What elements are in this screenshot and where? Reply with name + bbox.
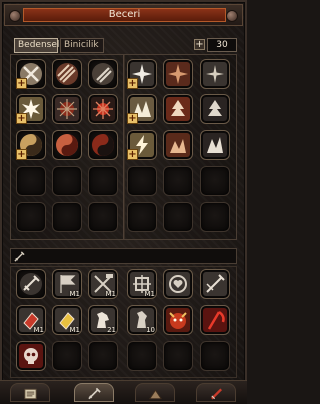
passive-skill-slot[interactable]: M1	[52, 269, 82, 299]
blade-tree-icon	[203, 97, 227, 121]
passive-skill-slot[interactable]: M1	[52, 305, 82, 335]
active-skill-slot[interactable]	[88, 130, 118, 160]
tab-bedensel[interactable]: Bedensel	[14, 38, 59, 53]
bottom-tab-bar	[0, 380, 247, 404]
bottom-tab-sword[interactable]	[74, 383, 114, 402]
red-scythe-icon	[203, 308, 227, 332]
passive-skill-slot[interactable]: M1	[88, 269, 118, 299]
slashing-strike-icon	[56, 63, 78, 85]
passive-skill-slot[interactable]: M1	[127, 269, 157, 299]
add-point-button[interactable]: +	[194, 39, 205, 50]
passive-skill-slot[interactable]	[200, 305, 230, 335]
passive-skill-slot[interactable]: 21	[88, 305, 118, 335]
active-skill-slot[interactable]	[52, 59, 82, 89]
active-empty-slot[interactable]	[163, 202, 193, 232]
active-skill-slot[interactable]	[200, 59, 230, 89]
spiral-star-icon	[166, 62, 190, 86]
passive-empty-slot[interactable]	[163, 341, 193, 371]
window-title: Beceri	[23, 8, 226, 22]
skill-level-badge: 10	[146, 326, 155, 334]
skill-level-badge: M1	[105, 290, 117, 298]
spinning-slash-icon	[92, 63, 114, 85]
active-skill-slot[interactable]: +	[16, 94, 46, 124]
skill-book-icon	[24, 388, 37, 400]
active-skill-slot[interactable]: +	[127, 94, 157, 124]
active-empty-slot[interactable]	[200, 202, 230, 232]
active-skill-slot[interactable]	[163, 94, 193, 124]
bottom-tab-book[interactable]	[10, 383, 50, 402]
passive-empty-slot[interactable]	[200, 341, 230, 371]
yin-yang-red-icon	[56, 134, 78, 156]
level-up-plus-icon[interactable]: +	[127, 149, 138, 160]
passive-skill-slot[interactable]	[163, 269, 193, 299]
bottom-tab-red-blade[interactable]	[196, 383, 236, 402]
white-feathers-icon	[203, 133, 227, 157]
spiked-seal-icon	[55, 97, 79, 121]
active-empty-slot[interactable]	[88, 202, 118, 232]
heart-knot-icon	[166, 272, 190, 296]
title-bar[interactable]: Beceri	[4, 4, 243, 26]
tree-spikes-icon	[166, 97, 190, 121]
active-empty-slot[interactable]	[163, 166, 193, 196]
pyramid-tab-icon	[148, 389, 163, 400]
red-skull-icon	[19, 344, 43, 368]
skill-level-badge: M1	[69, 326, 81, 334]
active-skill-slot[interactable]	[200, 94, 230, 124]
active-skill-slot[interactable]	[88, 94, 118, 124]
tab-binicilik[interactable]: Binicilik	[60, 38, 104, 53]
active-skill-slot[interactable]: +	[16, 130, 46, 160]
passive-skill-slot[interactable]: M1	[16, 305, 46, 335]
sword-burst-icon	[203, 62, 227, 86]
passive-empty-slot[interactable]	[88, 341, 118, 371]
passive-skill-slot[interactable]: 10	[127, 305, 157, 335]
demon-face-icon	[166, 308, 190, 332]
level-up-plus-icon[interactable]: +	[16, 113, 27, 124]
level-up-plus-icon[interactable]: +	[127, 78, 138, 89]
passive-skill-slot[interactable]	[163, 305, 193, 335]
active-empty-slot[interactable]	[16, 202, 46, 232]
level-up-plus-icon[interactable]: +	[127, 113, 138, 124]
sword-swing-icon	[20, 273, 42, 295]
red-sunburst-icon	[91, 97, 115, 121]
active-empty-slot[interactable]	[127, 202, 157, 232]
title-knob-left	[9, 10, 21, 22]
active-empty-slot[interactable]	[88, 166, 118, 196]
active-skill-slot[interactable]	[163, 130, 193, 160]
active-skill-slot[interactable]	[52, 130, 82, 160]
active-skill-slot[interactable]	[52, 94, 82, 124]
red-blade-tab-icon	[210, 388, 223, 400]
small-sword-icon	[14, 251, 25, 262]
skill-points-counter: 30	[207, 38, 237, 52]
active-skill-slot[interactable]	[200, 130, 230, 160]
skill-filter-bar[interactable]	[10, 248, 237, 264]
level-up-plus-icon[interactable]: +	[16, 149, 27, 160]
active-empty-slot[interactable]	[52, 166, 82, 196]
passive-skill-slot[interactable]	[16, 341, 46, 371]
skill-level-badge: M1	[144, 290, 156, 298]
sword-tab-icon	[88, 387, 101, 400]
active-skill-slot[interactable]	[88, 59, 118, 89]
horse-weapon-icon	[203, 272, 227, 296]
passive-empty-slot[interactable]	[52, 341, 82, 371]
active-empty-slot[interactable]	[52, 202, 82, 232]
passive-skill-slot[interactable]	[200, 269, 230, 299]
title-knob-right	[226, 10, 238, 22]
active-skill-slot[interactable]: +	[16, 59, 46, 89]
bottom-tab-pyramid[interactable]	[135, 383, 175, 402]
rune-cluster-icon	[166, 133, 190, 157]
active-empty-slot[interactable]	[200, 166, 230, 196]
active-skill-slot[interactable]	[163, 59, 193, 89]
active-skill-slot[interactable]: +	[127, 59, 157, 89]
grid-divider	[123, 55, 125, 239]
passive-skill-slot[interactable]	[16, 269, 46, 299]
level-up-plus-icon[interactable]: +	[16, 78, 27, 89]
yin-yang-dark-icon	[92, 134, 114, 156]
skill-level-badge: M1	[69, 290, 81, 298]
active-empty-slot[interactable]	[127, 166, 157, 196]
active-empty-slot[interactable]	[16, 166, 46, 196]
active-skill-slot[interactable]: +	[127, 130, 157, 160]
skill-level-badge: 21	[107, 326, 116, 334]
passive-empty-slot[interactable]	[127, 341, 157, 371]
skill-level-badge: M1	[33, 326, 45, 334]
